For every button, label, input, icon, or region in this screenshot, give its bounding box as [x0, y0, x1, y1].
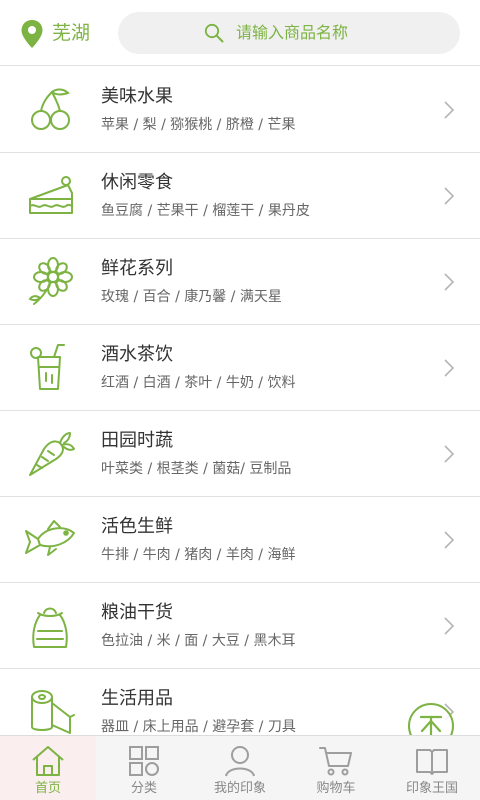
chevron-right-icon [444, 273, 455, 291]
tab-category[interactable]: 分类 [96, 736, 192, 800]
flower-icon [28, 257, 73, 305]
category-items: 鱼豆腐 / 芒果干 / 榴莲干 / 果丹皮 [101, 203, 310, 219]
category-items: 红酒 / 白酒 / 茶叶 / 牛奶 / 饮料 [101, 375, 296, 391]
user-icon [225, 746, 255, 777]
drink-icon [30, 344, 65, 390]
tab-label: 分类 [130, 781, 157, 796]
category-title: 粮油干货 [101, 602, 173, 623]
bottom-tab-bar: 首页 分类 我的印象 购物车 印象王国 [0, 735, 480, 800]
tab-kingdom[interactable]: 印象王国 [384, 736, 480, 800]
category-row-snacks[interactable]: 休闲零食 鱼豆腐 / 芒果干 / 榴莲干 / 果丹皮 [0, 153, 480, 239]
carrot-icon [29, 432, 75, 476]
location-pin-icon[interactable] [20, 19, 44, 49]
fish-icon [25, 520, 75, 556]
category-title: 活色生鲜 [101, 516, 173, 537]
search-icon [204, 23, 224, 43]
search-placeholder: 请输入商品名称 [236, 23, 349, 42]
chevron-right-icon [444, 359, 455, 377]
cart-icon [319, 747, 352, 776]
category-grid-icon [129, 746, 159, 776]
cake-icon [29, 176, 73, 214]
home-icon [32, 746, 64, 776]
category-row-grain-oil[interactable]: 粮油干货 色拉油 / 米 / 面 / 大豆 / 黑木耳 [0, 583, 480, 669]
chevron-right-icon [444, 187, 455, 205]
category-items: 器皿 / 床上用品 / 避孕套 / 刀具 [101, 719, 296, 735]
category-row-vegetables[interactable]: 田园时蔬 叶菜类 / 根茎类 / 菌菇/ 豆制品 [0, 411, 480, 497]
search-input[interactable]: 请输入商品名称 [118, 12, 460, 54]
category-title: 田园时蔬 [101, 430, 173, 451]
header-bar: 芜湖 请输入商品名称 [0, 0, 480, 66]
chevron-right-icon [444, 531, 455, 549]
category-title: 生活用品 [101, 688, 173, 709]
category-items: 玫瑰 / 百合 / 康乃馨 / 满天星 [101, 289, 282, 305]
tab-label: 我的印象 [213, 781, 266, 796]
category-items: 叶菜类 / 根茎类 / 菌菇/ 豆制品 [101, 461, 292, 477]
cherry-icon [31, 88, 70, 130]
category-row-flowers[interactable]: 鲜花系列 玫瑰 / 百合 / 康乃馨 / 满天星 [0, 239, 480, 325]
category-title: 酒水茶饮 [101, 344, 173, 365]
category-title: 鲜花系列 [101, 258, 173, 279]
grain-sack-icon [32, 607, 68, 648]
tab-cart[interactable]: 购物车 [288, 736, 384, 800]
book-icon [416, 749, 448, 775]
chevron-right-icon [444, 101, 455, 119]
category-items: 牛排 / 牛肉 / 猪肉 / 羊肉 / 海鲜 [101, 547, 296, 563]
chevron-right-icon [444, 617, 455, 635]
tab-label: 购物车 [316, 781, 356, 796]
tab-home[interactable]: 首页 [0, 736, 96, 800]
category-row-fruit[interactable]: 美味水果 苹果 / 梨 / 猕猴桃 / 脐橙 / 芒果 [0, 67, 480, 153]
category-list[interactable]: 美味水果 苹果 / 梨 / 猕猴桃 / 脐橙 / 芒果 休闲零食 鱼豆腐 / 芒… [0, 67, 480, 735]
category-items: 色拉油 / 米 / 面 / 大豆 / 黑木耳 [101, 633, 296, 649]
category-title: 美味水果 [101, 86, 173, 107]
category-row-drinks[interactable]: 酒水茶饮 红酒 / 白酒 / 茶叶 / 牛奶 / 饮料 [0, 325, 480, 411]
location-label[interactable]: 芜湖 [52, 20, 90, 46]
tissue-roll-icon [31, 690, 75, 734]
category-row-fresh[interactable]: 活色生鲜 牛排 / 牛肉 / 猪肉 / 羊肉 / 海鲜 [0, 497, 480, 583]
tab-my-profile[interactable]: 我的印象 [192, 736, 288, 800]
category-items: 苹果 / 梨 / 猕猴桃 / 脐橙 / 芒果 [101, 117, 296, 133]
chevron-right-icon [444, 445, 455, 463]
tab-label: 首页 [34, 781, 61, 796]
category-title: 休闲零食 [101, 172, 173, 193]
tab-label: 印象王国 [405, 781, 458, 796]
